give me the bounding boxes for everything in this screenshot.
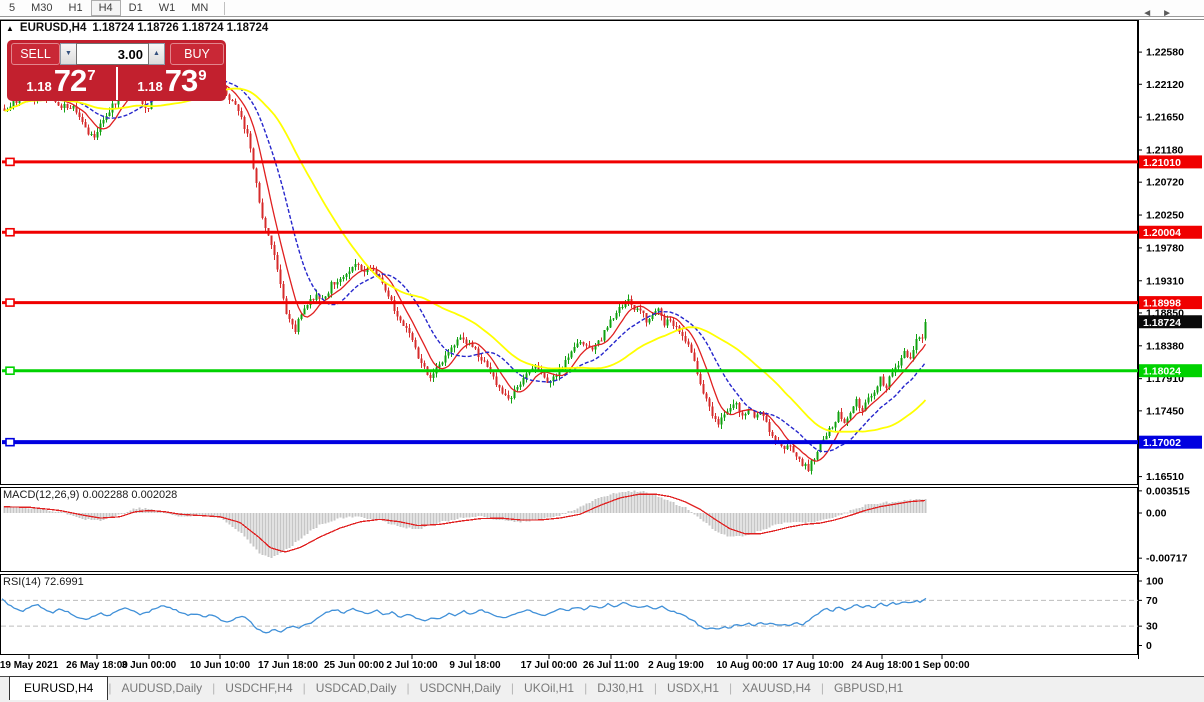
volume-decrease-button[interactable]: ▼ (60, 43, 76, 65)
svg-text:26 Jul 11:00: 26 Jul 11:00 (583, 660, 640, 671)
svg-text:17 Aug 10:00: 17 Aug 10:00 (782, 660, 844, 671)
svg-text:10 Jun 10:00: 10 Jun 10:00 (190, 660, 250, 671)
chart-title: ▲ EURUSD,H4 1.18724 1.18726 1.18724 1.18… (6, 22, 268, 34)
chevron-up-icon: ▲ (153, 50, 160, 57)
svg-text:1.16510: 1.16510 (1146, 471, 1184, 483)
rsi-name: RSI(14) (3, 576, 41, 588)
svg-text:24 Aug 18:00: 24 Aug 18:00 (851, 660, 913, 671)
svg-text:1.20250: 1.20250 (1146, 210, 1184, 222)
buy-price-big: 73 (164, 63, 198, 98)
hline-handle[interactable] (5, 366, 15, 376)
hline-handle[interactable] (5, 157, 15, 167)
mt4-window: 5 M30 H1 H4 D1 W1 MN 1.22580 1.22120 1.21650 1.21… (0, 0, 1204, 702)
one-click-trading-panel: SELL ▼ ▲ BUY 1.18 72 7 1.18 73 9 (7, 40, 226, 101)
sell-button[interactable]: SELL (11, 43, 60, 65)
svg-text:0.003515: 0.003515 (1146, 485, 1190, 497)
svg-text:2 Aug 19:00: 2 Aug 19:00 (648, 660, 704, 671)
sell-price-small: 1.18 (26, 79, 52, 94)
svg-text:1.19780: 1.19780 (1146, 242, 1184, 254)
macd-name: MACD(12,26,9) (3, 489, 80, 501)
volume-increase-button[interactable]: ▲ (149, 43, 165, 65)
rsi-value: 72.6991 (43, 576, 84, 588)
svg-text:1.18998: 1.18998 (1143, 298, 1181, 310)
svg-text:25 Jun 00:00: 25 Jun 00:00 (324, 660, 384, 671)
svg-text:1.21650: 1.21650 (1146, 112, 1184, 124)
svg-text:1 Sep 00:00: 1 Sep 00:00 (914, 660, 969, 671)
sell-price-big: 72 (53, 63, 87, 98)
pane-backgrounds (0, 20, 1138, 655)
svg-text:1.20004: 1.20004 (1143, 227, 1181, 239)
svg-text:10 Aug 00:00: 10 Aug 00:00 (716, 660, 778, 671)
svg-text:1.20720: 1.20720 (1146, 177, 1184, 189)
svg-text:-0.00717: -0.00717 (1146, 553, 1188, 565)
rsi-label: RSI(14) 72.6991 (3, 576, 84, 588)
hline-handle[interactable] (5, 437, 15, 447)
buy-price-pip: 9 (198, 67, 207, 84)
svg-text:1.17450: 1.17450 (1146, 405, 1184, 417)
svg-text:2 Jul 10:00: 2 Jul 10:00 (386, 660, 438, 671)
svg-text:0.00: 0.00 (1146, 508, 1167, 520)
svg-text:1.22580: 1.22580 (1146, 47, 1184, 59)
chart-canvas: 1.22580 1.22120 1.21650 1.21180 1.20720 1.202… (0, 20, 1202, 671)
svg-text:1.19310: 1.19310 (1146, 275, 1184, 287)
svg-text:1.17002: 1.17002 (1143, 437, 1181, 449)
buy-button[interactable]: BUY (170, 43, 224, 65)
svg-text:70: 70 (1146, 595, 1158, 607)
svg-text:1.18024: 1.18024 (1143, 366, 1181, 378)
svg-text:100: 100 (1146, 576, 1164, 588)
hline-handle[interactable] (5, 298, 15, 307)
sell-price-display[interactable]: 1.18 72 7 (7, 63, 115, 100)
sell-price-pip: 7 (87, 67, 96, 84)
svg-text:1.21180: 1.21180 (1146, 145, 1184, 157)
svg-text:0: 0 (1146, 640, 1152, 652)
volume-input[interactable] (76, 43, 149, 65)
chart-ohlc-values: 1.18724 1.18726 1.18724 1.18724 (92, 22, 269, 34)
svg-text:9 Jul 18:00: 9 Jul 18:00 (449, 660, 501, 671)
collapse-icon[interactable]: ▲ (6, 24, 14, 33)
svg-text:26 May 18:00: 26 May 18:00 (66, 660, 128, 671)
chart-symbol-label: EURUSD,H4 (19, 22, 87, 34)
buy-price-small: 1.18 (137, 79, 163, 94)
buy-price-display[interactable]: 1.18 73 9 (118, 63, 226, 100)
chevron-down-icon: ▼ (65, 50, 72, 57)
svg-text:17 Jul 00:00: 17 Jul 00:00 (521, 660, 578, 671)
hline-handle[interactable] (5, 227, 15, 237)
svg-text:17 Jun 18:00: 17 Jun 18:00 (258, 660, 318, 671)
svg-text:1.18380: 1.18380 (1146, 340, 1184, 352)
svg-text:30: 30 (1146, 621, 1158, 633)
macd-label: MACD(12,26,9) 0.002288 0.002028 (3, 489, 177, 501)
svg-text:3 Jun 00:00: 3 Jun 00:00 (122, 660, 177, 671)
svg-text:1.18724: 1.18724 (1143, 317, 1181, 329)
svg-text:1.21010: 1.21010 (1143, 157, 1181, 169)
macd-values: 0.002288 0.002028 (82, 489, 178, 501)
time-axis: 19 May 2021 26 May 18:003 Jun 00:00 10 Jun… (0, 654, 970, 671)
svg-text:1.22120: 1.22120 (1146, 79, 1184, 91)
svg-text:19 May 2021: 19 May 2021 (0, 660, 59, 671)
price-axis: 1.22580 1.22120 1.21650 1.21180 1.20720 1.202… (1138, 20, 1190, 659)
